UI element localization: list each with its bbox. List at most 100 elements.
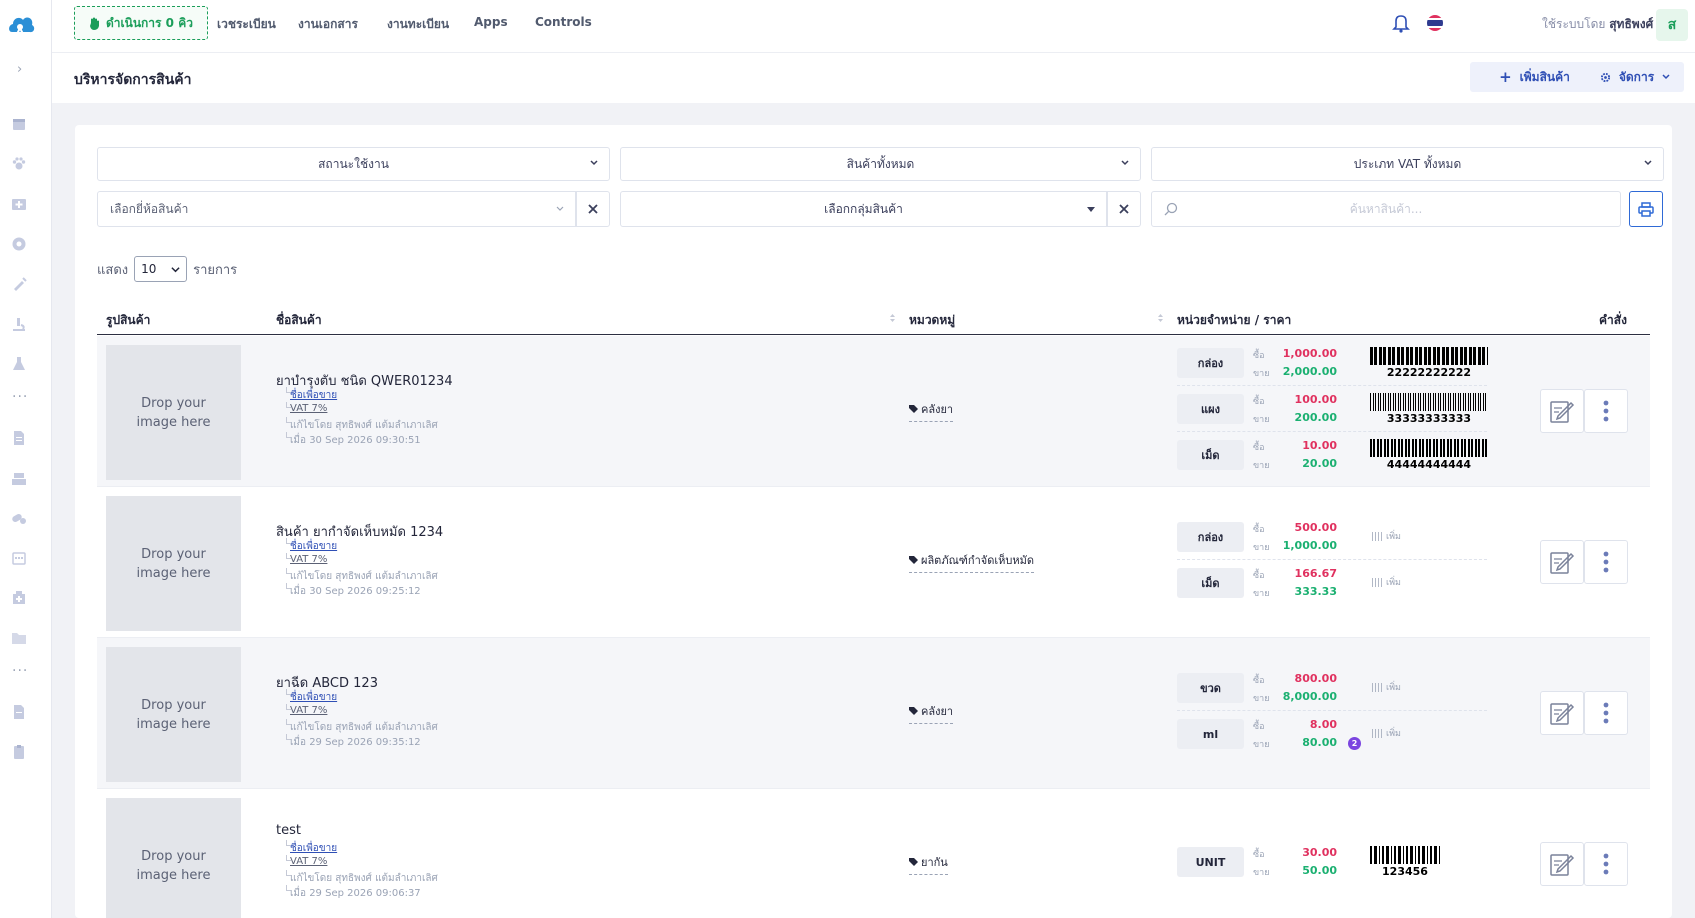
- image-dropzone[interactable]: Drop your image here: [106, 345, 241, 480]
- page-size-select[interactable]: 10: [134, 256, 188, 282]
- image-dropzone[interactable]: Drop your image here: [106, 647, 241, 782]
- clipboard-icon[interactable]: [11, 744, 27, 760]
- tag-icon: [909, 555, 918, 564]
- status-select[interactable]: สถานะใช้งาน: [97, 147, 610, 181]
- vat-type-select[interactable]: ประเภท VAT ทั้งหมด: [1151, 147, 1664, 181]
- thai-flag-icon[interactable]: [1427, 15, 1443, 31]
- buy-label: ซื้อ: [1253, 722, 1265, 732]
- category-link[interactable]: คลังยา: [909, 400, 954, 422]
- category-label: คลังยา: [921, 705, 954, 718]
- queue-label: ดำเนินการ 0 คิว: [106, 15, 193, 30]
- microscope-icon[interactable]: [11, 316, 27, 332]
- chevron-down-icon: [556, 206, 564, 211]
- category-link[interactable]: ผลิตภัณฑ์กำจัดเห็บหมัด: [909, 551, 1034, 573]
- edited-at: เมื่อ 30 Sep 2026 09:30:51: [290, 435, 421, 446]
- sell-price: 333.33: [1294, 585, 1337, 598]
- user-name: สุทธิพงศ์: [1609, 17, 1654, 31]
- sell-price: 200.00: [1294, 411, 1337, 424]
- more-actions-button[interactable]: [1584, 691, 1628, 735]
- product-type-select[interactable]: สินค้าทั้งหมด: [620, 147, 1141, 181]
- cash-register-icon[interactable]: [11, 470, 27, 486]
- group-select[interactable]: เลือกกลุ่มสินค้า: [620, 191, 1107, 227]
- search-input[interactable]: ค้นหาสินค้า...: [1151, 191, 1621, 227]
- image-dropzone[interactable]: Drop your image here: [106, 798, 241, 918]
- bell-icon[interactable]: [1392, 13, 1410, 33]
- calendar-icon[interactable]: [11, 116, 27, 132]
- printer-icon: [1638, 201, 1654, 217]
- medicine-box-icon[interactable]: [11, 590, 27, 606]
- unit-label: กล่อง: [1177, 522, 1244, 552]
- medical-kit-icon[interactable]: [11, 196, 27, 212]
- add-barcode-link[interactable]: |||| เพิ่ม: [1371, 726, 1401, 740]
- buy-price: 8.00: [1309, 718, 1337, 731]
- buy-label: ซื้อ: [1253, 397, 1265, 407]
- syringe-icon[interactable]: [11, 276, 27, 292]
- add-barcode-link[interactable]: |||| เพิ่ม: [1371, 680, 1401, 694]
- category-link[interactable]: ยากัน: [909, 853, 948, 875]
- sidebar-more-icon[interactable]: ···: [12, 389, 28, 405]
- paw-icon[interactable]: [11, 156, 27, 172]
- app-logo-icon[interactable]: [6, 10, 36, 40]
- sort-icon[interactable]: [889, 313, 896, 323]
- clear-brand-button[interactable]: [576, 191, 610, 227]
- caret-down-icon: [1087, 207, 1095, 212]
- manage-dropdown-button[interactable]: จัดการ: [1586, 62, 1684, 92]
- table-row: Drop your image here test ชื่อเพื่อขาย VA…: [97, 789, 1650, 918]
- add-barcode-link[interactable]: |||| เพิ่ม: [1371, 529, 1401, 543]
- more-actions-button[interactable]: [1584, 389, 1628, 433]
- add-barcode-link[interactable]: |||| เพิ่ม: [1371, 575, 1401, 589]
- category-link[interactable]: คลังยา: [909, 702, 954, 724]
- column-name[interactable]: ชื่อสินค้า: [276, 311, 322, 330]
- page-title: บริหารจัดการสินค้า: [74, 72, 192, 88]
- user-prefix: ใช้ระบบโดย: [1542, 17, 1606, 31]
- dropzone-text: Drop your image here: [136, 395, 211, 430]
- edited-at: เมื่อ 30 Sep 2026 09:25:12: [290, 586, 421, 597]
- buy-price: 1,000.00: [1282, 347, 1337, 360]
- document-icon[interactable]: [11, 430, 27, 446]
- chevron-down-icon: [590, 160, 598, 166]
- calendar-grid-icon[interactable]: [11, 550, 27, 566]
- edited-at: เมื่อ 29 Sep 2026 09:06:37: [290, 888, 421, 899]
- buy-label: ซื้อ: [1253, 443, 1265, 453]
- sort-icon[interactable]: [1157, 313, 1164, 323]
- more-actions-button[interactable]: [1584, 540, 1628, 584]
- print-button[interactable]: [1629, 191, 1663, 227]
- brand-select[interactable]: เลือกยี่ห้อสินค้า: [97, 191, 576, 227]
- nav-item-registration[interactable]: งานทะเบียน: [387, 15, 449, 34]
- more-actions-button[interactable]: [1584, 842, 1628, 886]
- sale-name-link[interactable]: ชื่อเพื่อขาย: [290, 690, 337, 705]
- edit-button[interactable]: [1540, 540, 1584, 584]
- nav-item-documents[interactable]: งานเอกสาร: [298, 15, 358, 34]
- report-icon[interactable]: [11, 704, 27, 720]
- status-select-value: สถานะใช้งาน: [318, 156, 389, 171]
- sale-name-link[interactable]: ชื่อเพื่อขาย: [290, 539, 337, 554]
- chevron-down-icon: [1121, 160, 1129, 166]
- nav-item-apps[interactable]: Apps: [474, 15, 508, 29]
- edit-button[interactable]: [1540, 389, 1584, 433]
- edit-button[interactable]: [1540, 691, 1584, 735]
- unit-label: UNIT: [1177, 847, 1244, 877]
- clear-group-button[interactable]: [1107, 191, 1141, 227]
- product-name[interactable]: test: [276, 823, 301, 838]
- image-dropzone[interactable]: Drop your image here: [106, 496, 241, 631]
- lifebuoy-icon[interactable]: [11, 236, 27, 252]
- sale-name-link[interactable]: ชื่อเพื่อขาย: [290, 841, 337, 856]
- column-category[interactable]: หมวดหมู่: [909, 311, 955, 330]
- pills-icon[interactable]: [11, 510, 27, 526]
- edited-by: แก้ไขโดย สุทธิพงศ์ แต้มลำเภาเลิศ: [290, 873, 438, 884]
- sidebar-expand-icon[interactable]: ›: [17, 62, 22, 77]
- chevron-down-icon: [171, 267, 180, 273]
- add-product-button[interactable]: + เพิ่มสินค้า: [1470, 62, 1599, 92]
- sale-name-link[interactable]: ชื่อเพื่อขาย: [290, 388, 337, 403]
- nav-item-controls[interactable]: Controls: [535, 15, 592, 29]
- flask-icon[interactable]: [11, 356, 27, 372]
- nav-item-medical-records[interactable]: เวชระเบียน: [217, 15, 276, 34]
- avatar[interactable]: ส: [1656, 9, 1688, 41]
- edit-icon: [1550, 703, 1575, 725]
- plus-icon: +: [1499, 68, 1512, 86]
- queue-button[interactable]: ดำเนินการ 0 คิว: [74, 6, 208, 40]
- folder-icon[interactable]: [11, 630, 27, 646]
- unit-label: แผง: [1177, 394, 1244, 424]
- edit-button[interactable]: [1540, 842, 1584, 886]
- sidebar-more-2-icon[interactable]: ···: [12, 663, 28, 679]
